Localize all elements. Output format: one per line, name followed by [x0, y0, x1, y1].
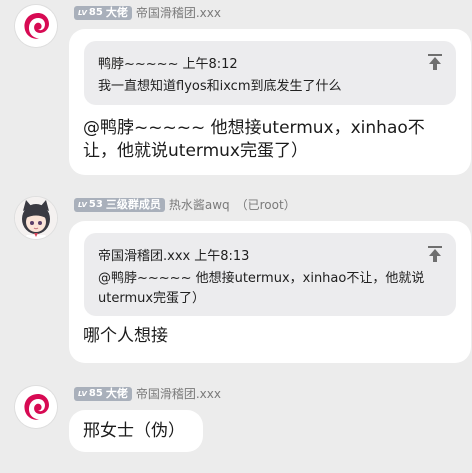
debian-swirl-icon — [15, 5, 57, 47]
jump-to-top-icon[interactable] — [428, 246, 442, 262]
sender-note: （已root） — [235, 198, 296, 212]
message-bubble[interactable]: 帝国滑稽团.xxx 上午8:13 @鸭脖~~~~~ 他想接utermux，xin… — [69, 221, 471, 363]
quote-author: 鸭脖~~~~~ — [98, 57, 179, 72]
sender-name[interactable]: 帝国滑稽团.xxx — [136, 5, 221, 21]
quote-time: 上午8:13 — [194, 249, 250, 264]
chat-messages-list[interactable]: LV 85 大佬 帝国滑稽团.xxx 鸭脖~~~~~ 上午8:12 我一直想知道… — [0, 0, 472, 473]
message-text: 邢女士（伪） — [83, 421, 185, 441]
level-badge: LV 53 三级群成员 — [74, 198, 165, 212]
quote-author: 帝国滑稽团.xxx — [98, 249, 191, 264]
avatar[interactable] — [15, 386, 57, 428]
anime-cat-girl-avatar — [15, 197, 57, 239]
level-badge: LV 85 大佬 — [74, 6, 132, 20]
sender-name[interactable]: 帝国滑稽团.xxx — [136, 386, 221, 402]
level-badge: LV 85 大佬 — [74, 387, 132, 401]
quoted-message[interactable]: 鸭脖~~~~~ 上午8:12 我一直想知道flyos和ixcm到底发生了什么 — [84, 41, 456, 105]
message-text: @鸭脖~~~~~ 他想接utermux，xinhao不让，他就说utermux完… — [83, 118, 425, 161]
message-bubble[interactable]: 邢女士（伪） — [69, 410, 203, 452]
jump-to-top-icon[interactable] — [428, 54, 442, 70]
avatar[interactable] — [15, 197, 57, 239]
message-bubble[interactable]: 鸭脖~~~~~ 上午8:12 我一直想知道flyos和ixcm到底发生了什么 @… — [69, 29, 471, 175]
sender-name[interactable]: 热水酱awq — [169, 197, 230, 213]
message-header: LV 85 大佬 帝国滑稽团.xxx — [74, 5, 221, 21]
quote-text: @鸭脖~~~~~ 他想接utermux，xinhao不让，他就说utermux完… — [98, 271, 425, 306]
message-header: LV 85 大佬 帝国滑稽团.xxx — [74, 386, 221, 402]
message-text: 哪个人想接 — [83, 326, 168, 346]
message-header: LV 53 三级群成员 热水酱awq （已root） — [74, 197, 296, 213]
debian-swirl-icon — [15, 386, 57, 428]
avatar[interactable] — [15, 5, 57, 47]
quoted-message[interactable]: 帝国滑稽团.xxx 上午8:13 @鸭脖~~~~~ 他想接utermux，xin… — [84, 233, 456, 316]
quote-time: 上午8:12 — [182, 57, 238, 72]
quote-text: 我一直想知道flyos和ixcm到底发生了什么 — [98, 79, 342, 94]
